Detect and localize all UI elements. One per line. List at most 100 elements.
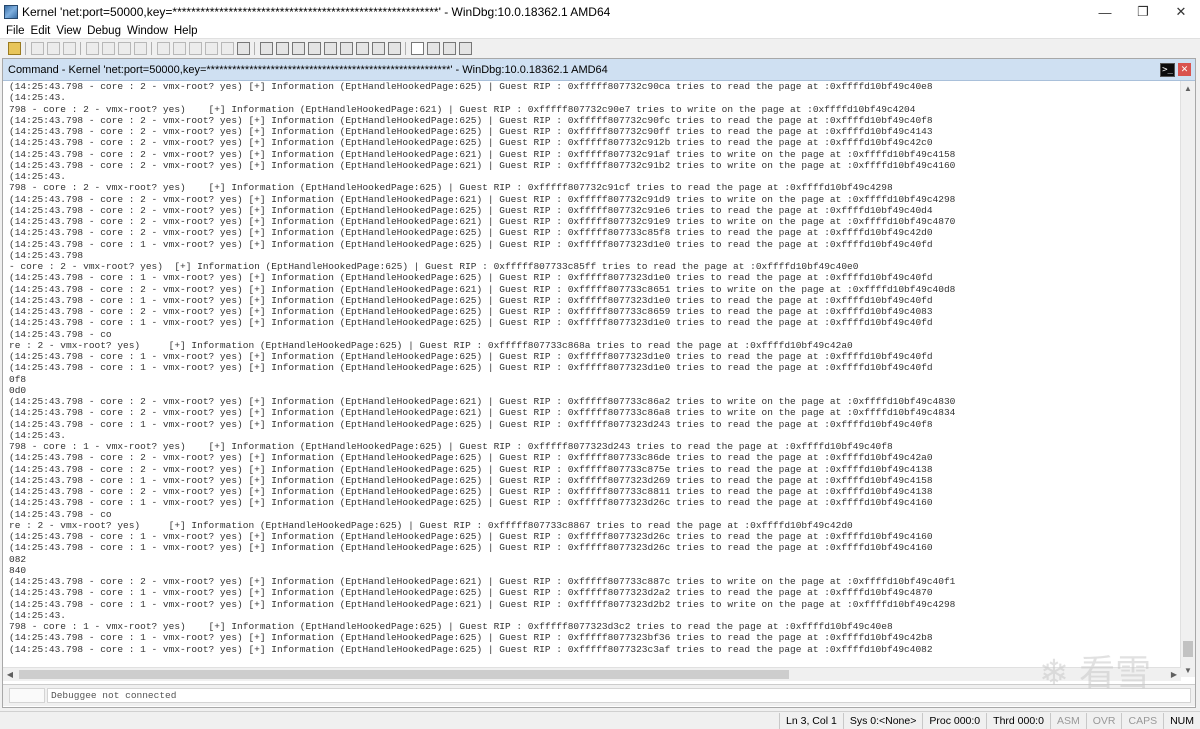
log-line: (14:25:43.798 - core : 1 - vmx-root? yes… xyxy=(9,317,933,329)
step-out-icon[interactable] xyxy=(188,41,202,55)
status-asm: ASM xyxy=(1049,712,1086,729)
toolbar-separator xyxy=(151,41,152,55)
log-line: (14:25:43.798 xyxy=(9,249,84,261)
command-window-icon[interactable] xyxy=(259,41,273,55)
log-line: 0f8 xyxy=(9,373,27,385)
log-line: (14:25:43.798 - core : 2 - vmx-root? yes… xyxy=(9,283,956,295)
close-button[interactable]: ✕ xyxy=(1162,0,1200,24)
log-line: (14:25:43.798 - co xyxy=(9,508,112,520)
log-line: (14:25:43.798 - core : 2 - vmx-root? yes… xyxy=(9,148,956,160)
restart-icon[interactable] xyxy=(101,41,115,55)
log-line: (14:25:43.798 - core : 1 - vmx-root? yes… xyxy=(9,643,933,655)
log-line: (14:25:43.798 - core : 2 - vmx-root? yes… xyxy=(9,463,933,475)
log-line: re : 2 - vmx-root? yes) [+] Information … xyxy=(9,519,853,531)
log-line: 0d0 xyxy=(9,384,27,396)
source-mode-icon[interactable] xyxy=(410,41,424,55)
scroll-up-icon[interactable]: ▲ xyxy=(1181,81,1195,95)
paste-icon[interactable] xyxy=(62,41,76,55)
toolbar-separator xyxy=(80,41,81,55)
hex-mode-icon[interactable] xyxy=(426,41,440,55)
log-line: (14:25:43.798 - core : 1 - vmx-root? yes… xyxy=(9,294,933,306)
step-over-icon[interactable] xyxy=(172,41,186,55)
log-line: 798 - core : 2 - vmx-root? yes) [+] Info… xyxy=(9,182,893,194)
command-prompt-icon[interactable]: >_ xyxy=(1160,62,1175,77)
log-line: (14:25:43.798 - core : 1 - vmx-root? yes… xyxy=(9,542,933,554)
log-line: (14:25:43. xyxy=(9,609,67,621)
log-line: (14:25:43.798 - core : 2 - vmx-root? yes… xyxy=(9,193,956,205)
log-line: re : 2 - vmx-root? yes) [+] Information … xyxy=(9,339,853,351)
scroll-down-icon[interactable]: ▼ xyxy=(1181,663,1195,677)
menu-help[interactable]: Help xyxy=(171,24,201,38)
log-line: (14:25:43.798 - core : 1 - vmx-root? yes… xyxy=(9,238,933,250)
step-into-icon[interactable] xyxy=(156,41,170,55)
log-line: (14:25:43.798 - core : 2 - vmx-root? yes… xyxy=(9,81,933,92)
menu-window[interactable]: Window xyxy=(124,24,171,38)
log-line: (14:25:43.798 - core : 2 - vmx-root? yes… xyxy=(9,486,933,497)
log-line: (14:25:43.798 - core : 1 - vmx-root? yes… xyxy=(9,531,933,542)
status-process: Proc 000:0 xyxy=(922,712,986,729)
log-line: (14:25:43.798 - core : 1 - vmx-root? yes… xyxy=(9,351,933,362)
copy-icon[interactable] xyxy=(46,41,60,55)
log-line: (14:25:43. xyxy=(9,171,67,182)
maximize-button[interactable]: ❐ xyxy=(1124,0,1162,24)
font-icon[interactable] xyxy=(442,41,456,55)
log-line: (14:25:43.798 - core : 2 - vmx-root? yes… xyxy=(9,216,956,227)
log-line: (14:25:43.798 - core : 2 - vmx-root? yes… xyxy=(9,126,933,137)
log-line: 798 - core : 1 - vmx-root? yes) [+] Info… xyxy=(9,621,893,632)
status-system: Sys 0:<None> xyxy=(842,712,923,729)
vertical-scroll-thumb[interactable] xyxy=(1183,641,1193,657)
log-line: (14:25:43.798 - core : 1 - vmx-root? yes… xyxy=(9,587,933,599)
log-line: (14:25:43.798 - core : 2 - vmx-root? yes… xyxy=(9,137,933,149)
status-ovr: OVR xyxy=(1085,712,1122,729)
scratch-pad-icon[interactable] xyxy=(371,41,385,55)
disassembly-window-icon[interactable] xyxy=(355,41,369,55)
go-icon[interactable] xyxy=(85,41,99,55)
cut-icon[interactable] xyxy=(30,41,44,55)
watch-window-icon[interactable] xyxy=(275,41,289,55)
command-output[interactable]: (14:25:43.798 - core : 2 - vmx-root? yes… xyxy=(9,81,1179,677)
log-line: 798 - core : 2 - vmx-root? yes) [+] Info… xyxy=(9,103,916,115)
log-line: (14:25:43.798 - core : 1 - vmx-root? yes… xyxy=(9,272,933,284)
open-folder-icon[interactable] xyxy=(7,41,21,55)
run-to-cursor-icon[interactable] xyxy=(204,41,218,55)
options-icon[interactable] xyxy=(458,41,472,55)
locals-window-icon[interactable] xyxy=(291,41,305,55)
log-line: 798 - core : 1 - vmx-root? yes) [+] Info… xyxy=(9,441,893,452)
toolbar xyxy=(0,38,1200,57)
log-line: (14:25:43.798 - core : 1 - vmx-root? yes… xyxy=(9,474,933,486)
log-line: (14:25:43.798 - core : 1 - vmx-root? yes… xyxy=(9,598,956,610)
watermark-logo: ❄ 看雪 xyxy=(1038,652,1152,693)
windbg-app-icon[interactable] xyxy=(4,5,18,19)
memory-window-icon[interactable] xyxy=(323,41,337,55)
command-pane-title: Command - Kernel 'net:port=50000,key=***… xyxy=(8,63,608,76)
horizontal-scrollbar[interactable]: ◀ ▶ xyxy=(3,667,1181,681)
pane-close-icon[interactable]: ✕ xyxy=(1178,63,1191,76)
call-stack-window-icon[interactable] xyxy=(339,41,353,55)
stop-debugging-icon[interactable] xyxy=(117,41,131,55)
processes-threads-icon[interactable] xyxy=(387,41,401,55)
command-pane: Command - Kernel 'net:port=50000,key=***… xyxy=(2,58,1196,708)
menu-bar: File Edit View Debug Window Help xyxy=(0,24,1200,38)
breakpoint-icon[interactable] xyxy=(220,41,234,55)
hand-icon[interactable] xyxy=(236,41,250,55)
menu-file[interactable]: File xyxy=(0,24,28,38)
window-controls: — ❐ ✕ xyxy=(1086,0,1200,24)
break-icon[interactable] xyxy=(133,41,147,55)
log-line: (14:25:43.798 - co xyxy=(9,328,112,340)
menu-debug[interactable]: Debug xyxy=(84,24,124,38)
scroll-left-icon[interactable]: ◀ xyxy=(3,668,17,681)
vertical-scrollbar[interactable]: ▲ ▼ xyxy=(1180,81,1195,677)
minimize-button[interactable]: — xyxy=(1086,0,1124,24)
status-bar: Ln 3, Col 1 Sys 0:<None> Proc 000:0 Thrd… xyxy=(0,711,1200,729)
registers-window-icon[interactable] xyxy=(307,41,321,55)
menu-view[interactable]: View xyxy=(53,24,84,38)
log-line: - core : 2 - vmx-root? yes) [+] Informat… xyxy=(9,261,859,272)
menu-edit[interactable]: Edit xyxy=(28,24,54,38)
log-line: (14:25:43.798 - core : 1 - vmx-root? yes… xyxy=(9,418,933,430)
log-line: (14:25:43.798 - core : 2 - vmx-root? yes… xyxy=(9,306,933,317)
horizontal-scroll-thumb[interactable] xyxy=(19,670,789,679)
log-line: (14:25:43.798 - core : 1 - vmx-root? yes… xyxy=(9,632,933,644)
log-line: (14:25:43.798 - core : 2 - vmx-root? yes… xyxy=(9,204,933,216)
log-line: (14:25:43.798 - core : 2 - vmx-root? yes… xyxy=(9,407,956,419)
toolbar-separator xyxy=(405,41,406,55)
